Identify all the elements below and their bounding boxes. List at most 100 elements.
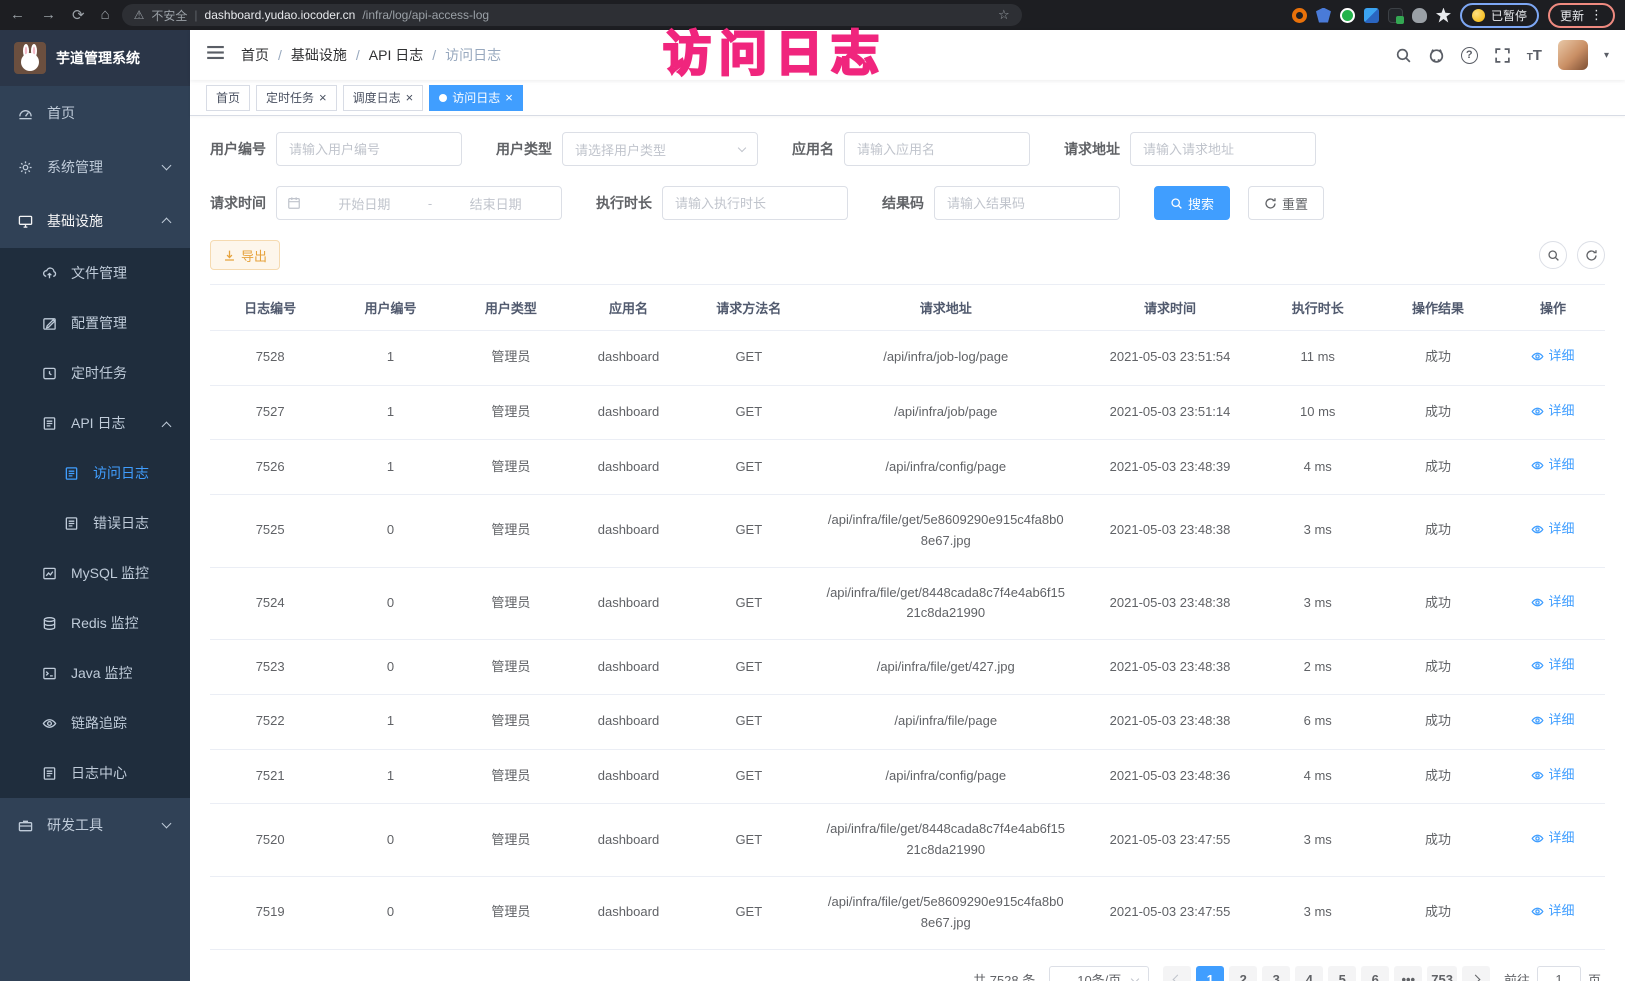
sidebar-item-config-management[interactable]: 配置管理	[0, 298, 190, 348]
prev-page-button[interactable]	[1163, 966, 1191, 981]
next-page-button[interactable]	[1462, 966, 1490, 981]
sidebar-item-error-log[interactable]: 错误日志	[0, 498, 190, 548]
browser-forward-icon[interactable]: →	[41, 6, 56, 24]
tag-access-log[interactable]: 访问日志 ×	[429, 85, 523, 111]
extension-icon[interactable]	[1292, 8, 1307, 23]
update-button[interactable]: 更新 ⋮	[1548, 3, 1615, 28]
extension-icon[interactable]	[1364, 8, 1379, 23]
user-id-input[interactable]	[276, 132, 462, 166]
detail-link[interactable]: 详细	[1531, 710, 1574, 731]
log-file-icon	[42, 766, 57, 781]
browser-reload-icon[interactable]: ⟳	[72, 6, 85, 24]
caret-down-icon[interactable]: ▾	[1604, 50, 1609, 61]
more-pages-button[interactable]: •••	[1394, 966, 1422, 981]
cell-url: /api/infra/file/get/8448cada8c7f4e4ab6f1…	[812, 804, 1080, 877]
app-name-input[interactable]	[844, 132, 1030, 166]
request-url-input[interactable]	[1130, 132, 1316, 166]
close-icon[interactable]: ×	[406, 91, 414, 104]
github-icon[interactable]	[1428, 47, 1445, 64]
page-button-1[interactable]: 1	[1196, 966, 1224, 981]
detail-link[interactable]: 详细	[1531, 828, 1574, 849]
address-bar[interactable]: ⚠ 不安全 | dashboard.yudao.iocoder.cn /infr…	[122, 4, 1022, 26]
page-size-select[interactable]: 10条/页	[1049, 966, 1149, 981]
browser-menu-icon[interactable]: ⋮	[1590, 7, 1603, 23]
dashboard-icon	[18, 106, 33, 121]
page-button-3[interactable]: 3	[1262, 966, 1290, 981]
goto-page-input[interactable]	[1537, 966, 1581, 981]
sidebar-item-java-monitor[interactable]: Java 监控	[0, 648, 190, 698]
page-button-2[interactable]: 2	[1229, 966, 1257, 981]
chevron-down-icon	[162, 161, 172, 171]
sidebar-item-system[interactable]: 系统管理	[0, 140, 190, 194]
reset-button[interactable]: 重置	[1248, 186, 1324, 220]
tag-scheduled-job[interactable]: 定时任务 ×	[256, 85, 337, 111]
detail-link[interactable]: 详细	[1531, 655, 1574, 676]
sidebar-item-scheduled-job[interactable]: 定时任务	[0, 348, 190, 398]
table-toolbar: 导出	[210, 240, 1605, 270]
sidebar-item-link-trace[interactable]: 链路追踪	[0, 698, 190, 748]
avatar[interactable]	[1558, 40, 1588, 70]
breadcrumb-infra[interactable]: 基础设施	[291, 45, 360, 65]
page-button-6[interactable]: 6	[1361, 966, 1389, 981]
search-button[interactable]: 搜索	[1154, 186, 1230, 220]
eye-icon	[42, 716, 57, 731]
close-icon[interactable]: ×	[319, 91, 327, 104]
sidebar-item-infrastructure[interactable]: 基础设施	[0, 194, 190, 248]
detail-link[interactable]: 详细	[1531, 519, 1574, 540]
table-row: 7522 1 管理员 dashboard GET /api/infra/file…	[210, 694, 1605, 749]
export-button[interactable]: 导出	[210, 240, 280, 270]
help-icon[interactable]: ?	[1461, 47, 1478, 64]
fullscreen-icon[interactable]	[1494, 47, 1511, 64]
extension-icon[interactable]	[1436, 8, 1451, 23]
log-file-icon	[42, 416, 57, 431]
sidebar-item-home[interactable]: 首页	[0, 86, 190, 140]
sidebar-item-file-management[interactable]: 文件管理	[0, 248, 190, 298]
detail-link[interactable]: 详细	[1531, 455, 1574, 476]
chevron-down-icon	[1131, 974, 1139, 981]
app-logo[interactable]: 芋道管理系统	[0, 30, 190, 86]
page-button-4[interactable]: 4	[1295, 966, 1323, 981]
refresh-table-button[interactable]	[1577, 241, 1605, 269]
page-button-5[interactable]: 5	[1328, 966, 1356, 981]
sidebar-item-log-center[interactable]: 日志中心	[0, 748, 190, 798]
detail-link[interactable]: 详细	[1531, 346, 1574, 367]
sidebar-item-dev-tools[interactable]: 研发工具	[0, 798, 190, 852]
security-label[interactable]: 不安全	[151, 7, 187, 24]
extension-icon[interactable]	[1316, 8, 1331, 23]
detail-link[interactable]: 详细	[1531, 765, 1574, 786]
breadcrumb-api-log[interactable]: API 日志	[369, 45, 436, 65]
cell-time: 2021-05-03 23:47:55	[1080, 876, 1261, 949]
eye-icon	[1531, 832, 1544, 845]
user-type-select[interactable]: 请选择用户类型	[562, 132, 758, 166]
sidebar-item-api-log[interactable]: API 日志	[0, 398, 190, 448]
toggle-search-button[interactable]	[1539, 241, 1567, 269]
search-icon[interactable]	[1395, 47, 1412, 64]
detail-link[interactable]: 详细	[1531, 592, 1574, 613]
close-icon[interactable]: ×	[505, 91, 513, 104]
extension-icon[interactable]	[1412, 8, 1427, 23]
detail-link[interactable]: 详细	[1531, 401, 1574, 422]
extension-icon[interactable]	[1340, 8, 1355, 23]
tag-schedule-log[interactable]: 调度日志 ×	[343, 85, 424, 111]
hamburger-icon[interactable]	[206, 43, 225, 67]
duration-input[interactable]	[662, 186, 848, 220]
paused-badge[interactable]: 已暂停	[1460, 3, 1539, 28]
sidebar-item-access-log[interactable]: 访问日志	[0, 448, 190, 498]
page-button-753[interactable]: 753	[1427, 966, 1457, 981]
bookmark-star-icon[interactable]: ☆	[998, 7, 1010, 23]
breadcrumb-home[interactable]: 首页	[241, 45, 282, 65]
browser-home-icon[interactable]: ⌂	[101, 6, 110, 24]
date-range-picker[interactable]: 开始日期 - 结束日期	[276, 186, 562, 220]
col-request-time: 请求时间	[1080, 285, 1261, 331]
cell-user-id: 1	[330, 749, 450, 804]
detail-link[interactable]: 详细	[1531, 901, 1574, 922]
font-size-icon[interactable]: TT	[1527, 47, 1542, 64]
browser-back-icon[interactable]: ←	[10, 6, 25, 24]
sidebar-item-mysql-monitor[interactable]: MySQL 监控	[0, 548, 190, 598]
tag-home[interactable]: 首页	[206, 85, 250, 111]
sidebar-item-redis-monitor[interactable]: Redis 监控	[0, 598, 190, 648]
extension-icon[interactable]	[1388, 8, 1403, 23]
cell-user-type: 管理员	[451, 440, 571, 495]
result-code-input[interactable]	[934, 186, 1120, 220]
col-app-name: 应用名	[571, 285, 686, 331]
